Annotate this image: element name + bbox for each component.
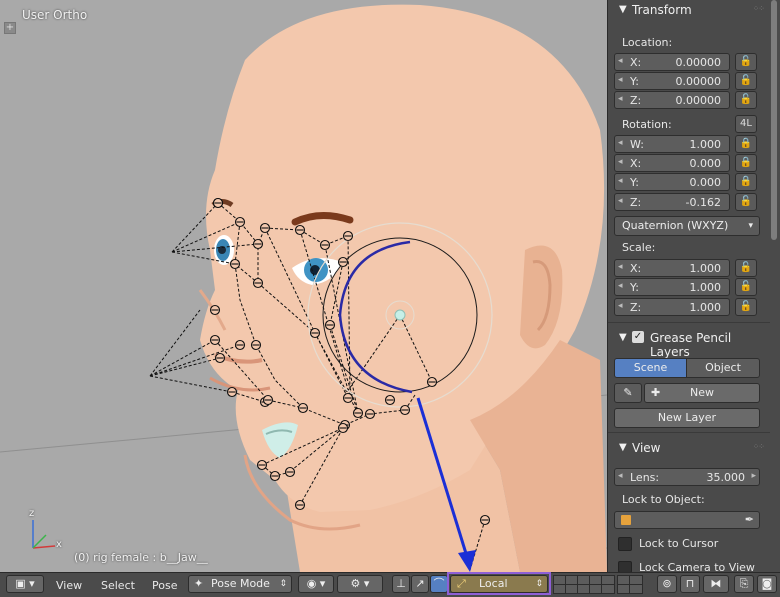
lock-to-cursor-label: Lock to Cursor — [639, 537, 719, 550]
panel-divider — [608, 322, 770, 323]
collapse-triangle-icon: ▼ — [619, 332, 627, 343]
lock-location-x-icon[interactable]: 🔓 — [735, 53, 757, 71]
proportional-edit-icon[interactable]: ⊚ — [657, 575, 677, 593]
manipulator-translate-icon[interactable]: ⊥ — [392, 575, 410, 593]
eyedropper-icon[interactable]: ✒ — [745, 513, 754, 526]
lock-to-object-label: Lock to Object: — [622, 493, 705, 506]
manipulator-rotate-icon[interactable]: ↗ — [411, 575, 429, 593]
editor-type-button[interactable]: ▣ ▾ — [6, 575, 44, 593]
rotation-label: Rotation: — [622, 118, 672, 131]
mode-select[interactable]: ✦ Pose Mode ⇕ — [188, 575, 292, 593]
dropdown-arrow-icon: ⇕ — [535, 579, 543, 589]
collapse-triangle-icon: ▼ — [619, 4, 627, 15]
increment-arrow-icon: ▸ — [751, 471, 756, 481]
lock-to-object-field[interactable]: ✒ — [614, 511, 760, 529]
viewport-shading-button[interactable]: ◉ ▾ — [298, 575, 334, 593]
plus-icon: ✚ — [651, 386, 661, 399]
layer-buttons[interactable] — [553, 575, 653, 594]
axis-x-label: x — [56, 539, 62, 550]
pivot-point-button[interactable]: ⚙ ▾ — [337, 575, 383, 593]
copy-pose-icon[interactable]: ⎘ — [734, 575, 754, 593]
scale-z-field[interactable]: ◂ Z: 1.000 — [614, 298, 730, 316]
lock-scale-z-icon[interactable]: 🔓 — [735, 298, 757, 316]
lock-location-z-icon[interactable]: 🔓 — [735, 91, 757, 109]
location-y-field[interactable]: ◂ Y: 0.00000 — [614, 72, 730, 90]
viewport-scene — [0, 4, 607, 572]
tab-scene[interactable]: Scene — [614, 358, 687, 378]
panel-divider — [608, 432, 770, 433]
location-z-field[interactable]: ◂ Z: 0.00000 — [614, 91, 730, 109]
lock-camera-label: Lock Camera to View — [639, 561, 755, 572]
panel-scrollbar[interactable] — [771, 0, 777, 240]
view-panel-header[interactable]: ▼ View ⁘⁘ — [608, 438, 770, 458]
collapse-triangle-icon: ▼ — [619, 442, 627, 453]
rotation-y-field[interactable]: ◂ Y: 0.000 — [614, 173, 730, 191]
new-grease-pencil-button[interactable]: ✚ New — [644, 383, 760, 403]
lock-location-y-icon[interactable]: 🔓 — [735, 72, 757, 90]
dropdown-arrow-icon: ⇕ — [279, 579, 287, 589]
object-cube-icon — [621, 515, 631, 525]
new-layer-button[interactable]: New Layer — [614, 408, 760, 428]
scale-label: Scale: — [622, 241, 656, 254]
rotation-z-field[interactable]: ◂ Z: -0.162 — [614, 193, 730, 211]
dropdown-arrow-icon: ▾ — [748, 221, 753, 231]
snap-icon[interactable]: ⊓ — [680, 575, 700, 593]
rotation-mode-select[interactable]: Quaternion (WXYZ) ▾ — [614, 216, 760, 236]
lock-scale-x-icon[interactable]: 🔓 — [735, 259, 757, 277]
scale-x-field[interactable]: ◂ X: 1.000 — [614, 259, 730, 277]
active-bone-status: (0) rig female : b__Jaw__ — [74, 551, 208, 564]
lock-rotation-z-icon[interactable]: 🔓 — [735, 193, 757, 211]
lock-scale-y-icon[interactable]: 🔓 — [735, 278, 757, 296]
drag-grip-icon[interactable]: ⁘⁘ — [753, 4, 765, 13]
axis-z-label: z — [29, 508, 35, 519]
lock-rotation-w-icon[interactable]: 🔒 — [735, 135, 757, 153]
scale-y-field[interactable]: ◂ Y: 1.000 — [614, 278, 730, 296]
3d-viewport[interactable]: User Ortho + z x (0) rig female : b__Jaw… — [0, 0, 607, 572]
rotation-4l-button[interactable]: 4L — [735, 115, 757, 133]
grease-pencil-panel-header[interactable]: ▼ ✓ Grease Pencil Layers — [608, 328, 770, 359]
menu-view[interactable]: View — [56, 579, 82, 596]
location-x-field[interactable]: ◂ X: 0.00000 — [614, 53, 730, 71]
location-label: Location: — [622, 36, 673, 49]
transform-panel-header[interactable]: ▼ Transform ⁘⁘ — [608, 0, 770, 20]
render-camera-icon[interactable]: ◙ — [757, 575, 777, 593]
pencil-icon[interactable]: ✎ — [614, 383, 642, 403]
transform-orientation-select[interactable]: ⤢ Local ⇕ — [450, 575, 548, 593]
lock-rotation-y-icon[interactable]: 🔒 — [735, 173, 757, 191]
tab-object[interactable]: Object — [686, 358, 760, 378]
lock-to-cursor-checkbox[interactable] — [618, 537, 632, 551]
manipulator-scale-icon[interactable]: ⌒ — [430, 575, 448, 593]
tool-shelf-toggle[interactable]: + — [4, 22, 16, 34]
rotation-w-field[interactable]: ◂ W: 1.000 — [614, 135, 730, 153]
lens-field[interactable]: ◂ Lens: 35.000 ▸ — [614, 468, 760, 486]
snap-element-icon[interactable]: ⧓ — [703, 575, 729, 593]
enable-checkbox[interactable]: ✓ — [632, 331, 644, 343]
view-name-label: User Ortho — [22, 8, 88, 22]
menu-select[interactable]: Select — [101, 579, 135, 596]
menu-pose[interactable]: Pose — [152, 579, 177, 596]
pose-mode-icon: ✦ — [194, 577, 204, 590]
drag-grip-icon[interactable]: ⁘⁘ — [753, 442, 765, 451]
orientation-icon: ⤢ — [457, 577, 466, 590]
lock-rotation-x-icon[interactable]: 🔒 — [735, 154, 757, 172]
rotation-x-field[interactable]: ◂ X: 0.000 — [614, 154, 730, 172]
